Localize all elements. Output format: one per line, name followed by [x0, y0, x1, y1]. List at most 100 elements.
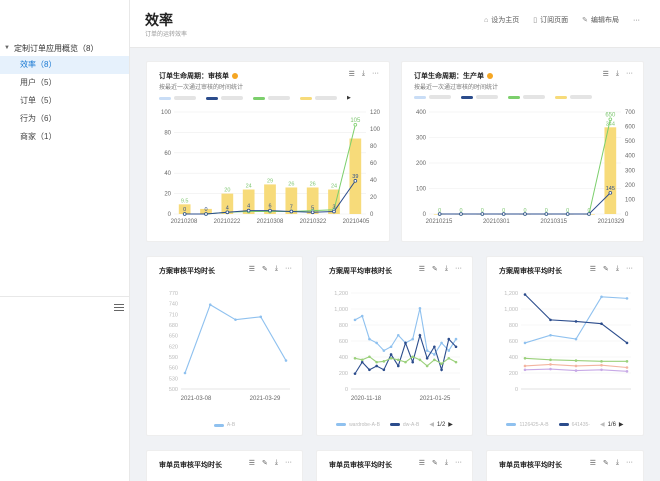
- navy-series-line-point: [204, 212, 208, 216]
- bar-label: 20: [224, 188, 230, 194]
- sidebar-item-merchants[interactable]: 商家（1）: [0, 128, 129, 146]
- subscribe-label: 订阅页面: [540, 17, 569, 24]
- y-tick-left: 200: [416, 161, 427, 167]
- series-point: [284, 359, 288, 362]
- sidebar-group[interactable]: ▼ 定制订单应用概览（8）: [0, 40, 129, 56]
- series-point: [600, 368, 603, 372]
- next-icon: ▶: [448, 422, 453, 428]
- series-point: [625, 360, 629, 363]
- more-button[interactable]: ···: [633, 17, 640, 24]
- chart-plan-weekly-audit-2: 0 200 400 600 800 1,000 1,200: [504, 291, 631, 393]
- more-icon[interactable]: ···: [626, 459, 633, 467]
- series-point: [549, 363, 552, 366]
- legend-pager[interactable]: ◀ 1/6 ▶: [599, 421, 624, 429]
- sidebar-item-orders[interactable]: 订单（5）: [0, 92, 129, 110]
- set-home-button[interactable]: ⌂ 设为主页: [484, 15, 519, 25]
- more-icon[interactable]: ···: [455, 459, 462, 467]
- prev-icon: ◀: [429, 422, 434, 428]
- home-icon: ⌂: [484, 16, 489, 24]
- y-tick: 400: [509, 355, 518, 361]
- y-tick-right: 40: [370, 178, 377, 184]
- navy-series-line-point: [608, 191, 613, 195]
- navy-series-line-point: [246, 208, 251, 213]
- y-tick: 0: [515, 387, 518, 393]
- x-tick: 20210301: [483, 219, 510, 225]
- y-tick-left: 100: [161, 110, 172, 116]
- chart-plan-audit-avg: 500 530 560 590 620 650 680 710 740 770 2021-03-08…: [169, 291, 290, 402]
- y-tick-right: 100: [370, 127, 381, 133]
- x-tick: 20210208: [171, 219, 198, 225]
- x-tick: 20210329: [598, 219, 625, 225]
- edit-layout-button[interactable]: ✎ 编辑布局: [582, 15, 619, 25]
- more-label: ···: [633, 16, 640, 24]
- legend-item[interactable]: wardrobe-A-B: [336, 422, 380, 428]
- legend-pager[interactable]: ◀ 1/2 ▶: [429, 421, 453, 429]
- series-point: [396, 358, 400, 362]
- legend-item[interactable]: dw-A-B: [389, 422, 419, 428]
- chart-card-plan-weekly-audit-2: 方案周审核平均时长 ☰ ✎ ⤓ ··· 0 200 400 600 800 1,000 1,…: [486, 256, 644, 436]
- y-tick-right: 80: [370, 144, 377, 150]
- chart-legend: wardrobe-A-B dw-A-B ◀ 1/2 ▶: [317, 421, 472, 428]
- filter-icon[interactable]: ☰: [249, 459, 255, 467]
- download-icon[interactable]: ⤓: [616, 459, 619, 467]
- navy-label: 3: [332, 204, 335, 210]
- prev-icon: ◀: [599, 422, 605, 428]
- series-point: [625, 297, 629, 300]
- legend-item[interactable]: 641435-: [558, 422, 590, 428]
- chart-card-plan-weekly-audit: 方案周平均审核时长 ☰ ✎ ⤓ ··· 0 200 400 600 800 1,000 1,…: [316, 256, 473, 436]
- series-point: [425, 349, 429, 352]
- series-point: [433, 358, 436, 362]
- navy-series-line-point: [544, 212, 549, 216]
- legend-item[interactable]: 1126425-A-B: [506, 422, 549, 428]
- y-tick: 590: [169, 355, 178, 361]
- download-icon[interactable]: ⤓: [445, 459, 448, 467]
- download-icon[interactable]: ⤓: [275, 459, 278, 467]
- series-point: [433, 345, 436, 349]
- series-point: [375, 364, 378, 368]
- navy-label: 5: [311, 205, 314, 211]
- series-point: [404, 360, 407, 364]
- edit-icon[interactable]: ✎: [603, 459, 609, 467]
- bar-label: 9.5: [181, 198, 189, 204]
- navy-series-line-point: [501, 212, 506, 216]
- navy-label: 39: [352, 174, 358, 180]
- y-tick-left: 20: [164, 192, 171, 198]
- series-point: [183, 371, 187, 375]
- series-point: [396, 333, 400, 337]
- green-series-line-point: [608, 117, 613, 122]
- y-tick-left: 300: [416, 136, 427, 142]
- collapse-menu-icon[interactable]: [114, 304, 124, 312]
- y-tick: 650: [169, 334, 178, 340]
- navy-label: 6: [268, 204, 271, 210]
- sidebar-item-behavior[interactable]: 行为（6）: [0, 110, 129, 128]
- series-point: [454, 360, 458, 364]
- sidebar-item-users[interactable]: 用户（5）: [0, 74, 129, 92]
- navy-series-line-point: [225, 210, 230, 215]
- y-tick: 200: [509, 371, 518, 377]
- y-tick: 400: [339, 355, 348, 361]
- legend-item[interactable]: A-B: [213, 422, 235, 428]
- edit-icon[interactable]: ✎: [432, 459, 438, 467]
- bar-label: 26: [288, 181, 294, 187]
- series-point: [574, 369, 578, 372]
- filter-icon[interactable]: ☰: [590, 459, 596, 467]
- y-tick: 530: [169, 376, 178, 382]
- y-tick: 1,200: [504, 291, 518, 297]
- navy-series-line-point: [289, 209, 294, 214]
- filter-icon[interactable]: ☰: [419, 459, 425, 467]
- navy-label: 0: [183, 207, 186, 213]
- series-point: [600, 295, 603, 299]
- series-point: [208, 303, 212, 307]
- sidebar-item-efficiency[interactable]: 效率（8）: [0, 56, 129, 74]
- y-tick: 560: [169, 366, 178, 372]
- subscribe-button[interactable]: ▯ 订阅页面: [533, 15, 568, 25]
- set-home-label: 设为主页: [491, 17, 520, 24]
- y-tick-right: 200: [625, 183, 636, 189]
- series-point: [440, 362, 443, 365]
- series-line: [524, 296, 628, 344]
- series-point: [523, 341, 527, 345]
- more-icon[interactable]: ···: [285, 459, 292, 467]
- edit-icon[interactable]: ✎: [262, 459, 268, 467]
- series-point: [368, 337, 371, 341]
- series-point: [418, 358, 422, 362]
